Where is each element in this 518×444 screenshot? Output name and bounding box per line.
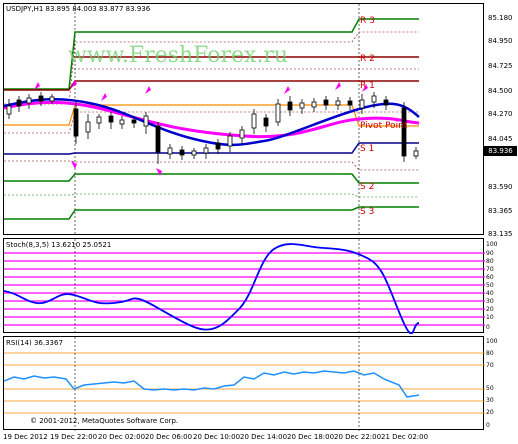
magenta-moving-average bbox=[4, 100, 420, 139]
date-tick: 19 Dec 22:00 bbox=[50, 433, 98, 441]
rsi-line bbox=[4, 370, 420, 398]
chart-title: USDJPY,H1 83.895 84.003 83.877 83.936 bbox=[6, 5, 151, 13]
rsi-tick: 0 bbox=[486, 422, 490, 429]
stoch-main-line bbox=[4, 243, 420, 334]
price-tick: 83.365 bbox=[488, 207, 513, 215]
s3-label: S 3 bbox=[360, 207, 375, 217]
s1-mid-line bbox=[4, 160, 419, 171]
rsi-tick: 80 bbox=[486, 350, 494, 357]
rsi-title: RSI(14) 36.3367 bbox=[6, 339, 63, 347]
current-price-box: 83.936 bbox=[484, 146, 517, 156]
price-tick: 85.180 bbox=[488, 14, 513, 22]
pivot-mid-line bbox=[4, 111, 419, 134]
date-tick: 20 Dec 14:00 bbox=[240, 433, 288, 441]
price-pane[interactable]: USDJPY,H1 83.895 84.003 83.877 83.936 bbox=[3, 3, 484, 236]
r1-label: R 1 bbox=[360, 81, 375, 91]
rsi-tick: 50 bbox=[486, 385, 494, 392]
stoch-tick: 60 bbox=[486, 274, 494, 281]
stoch-tick: 0 bbox=[486, 324, 490, 331]
stochastic-svg bbox=[4, 239, 485, 334]
stoch-tick: 10 bbox=[486, 314, 494, 321]
watermark-text: www.FreshForex.ru bbox=[68, 43, 289, 68]
s2-line bbox=[4, 173, 419, 184]
stoch-tick: 90 bbox=[486, 250, 494, 257]
stoch-tick: 30 bbox=[486, 298, 494, 305]
price-chart-svg bbox=[4, 4, 420, 236]
price-tick: 84.950 bbox=[488, 37, 513, 45]
r2-label: R 2 bbox=[360, 54, 375, 64]
s2-label: S 2 bbox=[360, 182, 375, 192]
stoch-level-lines bbox=[4, 252, 485, 326]
date-tick: 20 Dec 02:00 bbox=[98, 433, 146, 441]
stoch-tick: 50 bbox=[486, 282, 494, 289]
rsi-tick: 30 bbox=[486, 397, 494, 404]
date-tick: 21 Dec 02:00 bbox=[381, 433, 429, 441]
copyright-text: © 2001-2012, MetaQuotes Software Corp. bbox=[30, 417, 179, 425]
chart-window: USDJPY,H1 83.895 84.003 83.877 83.936 ww… bbox=[0, 0, 518, 444]
price-tick: 84.725 bbox=[488, 62, 513, 70]
rsi-tick: 20 bbox=[486, 409, 494, 416]
date-tick: 20 Dec 10:00 bbox=[193, 433, 241, 441]
price-tick: 84.045 bbox=[488, 135, 513, 143]
rsi-tick: 70 bbox=[486, 362, 494, 369]
s1-label: S 1 bbox=[360, 144, 375, 154]
price-tick: 84.270 bbox=[488, 110, 513, 118]
stoch-tick: 20 bbox=[486, 306, 494, 313]
rsi-tick: 100 bbox=[486, 338, 498, 345]
stoch-tick: 80 bbox=[486, 258, 494, 265]
stoch-tick: 40 bbox=[486, 290, 494, 297]
price-tick: 83.590 bbox=[488, 183, 513, 191]
s2-mid-line bbox=[4, 193, 419, 198]
date-tick: 20 Dec 18:00 bbox=[287, 433, 335, 441]
rsi-pane[interactable]: RSI(14) 36.3367 bbox=[3, 336, 485, 431]
date-tick: 20 Dec 06:00 bbox=[145, 433, 193, 441]
price-tick: 83.135 bbox=[488, 230, 513, 238]
rsi-level-lines bbox=[4, 352, 485, 414]
r3-label: R 3 bbox=[360, 16, 375, 26]
blue-moving-average bbox=[4, 97, 420, 147]
s3-line bbox=[4, 206, 419, 220]
date-tick: 19 Dec 2012 bbox=[3, 433, 48, 441]
date-tick: 20 Dec 22:00 bbox=[334, 433, 382, 441]
stoch-tick: 70 bbox=[486, 266, 494, 273]
stoch-title: Stoch(8,3,5) 13.6210 25.0521 bbox=[6, 241, 112, 249]
s1-line bbox=[4, 142, 419, 155]
price-tick: 84.500 bbox=[488, 87, 513, 95]
pivot-line bbox=[4, 104, 419, 127]
pivot-label: Pivot Point bbox=[360, 121, 408, 131]
stoch-tick: 100 bbox=[486, 241, 498, 248]
stochastic-pane[interactable]: Stoch(8,3,5) 13.6210 25.0521 bbox=[3, 238, 485, 334]
